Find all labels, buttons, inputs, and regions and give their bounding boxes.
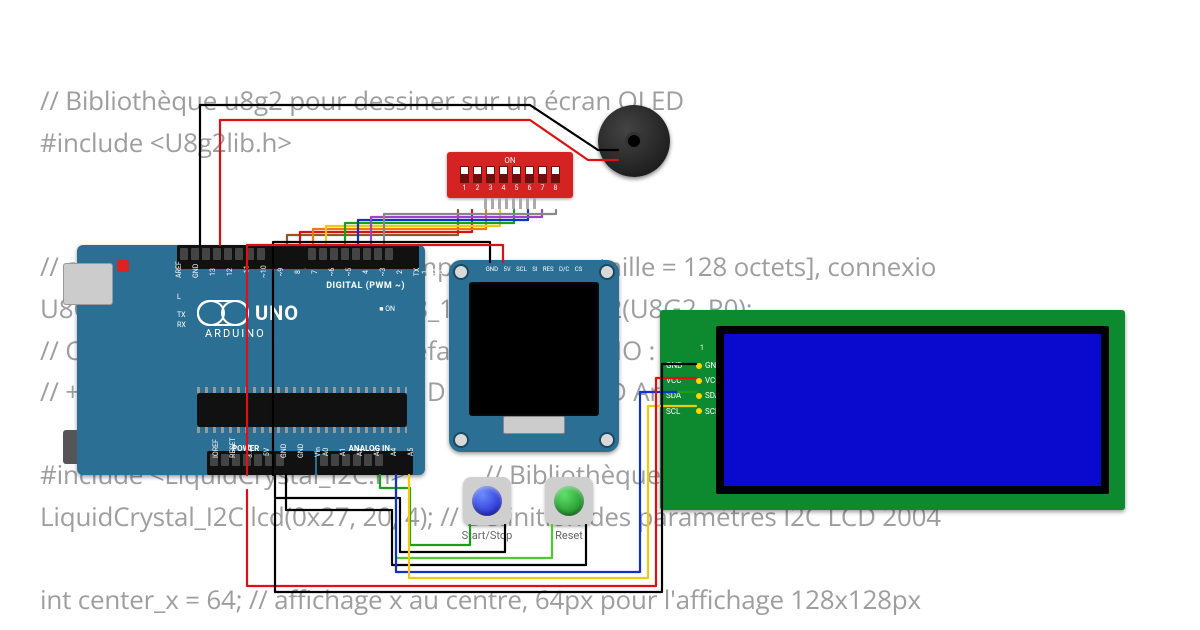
wire-dip-6 (358, 210, 528, 245)
arduino-usb-port (63, 263, 113, 305)
mounting-hole-icon (453, 432, 469, 448)
mounting-hole-icon (599, 264, 615, 280)
arduino-brand-row: UNO (197, 300, 299, 326)
arduino-txrx-labels: TX RX (177, 311, 186, 331)
reset-button[interactable]: Reset (545, 477, 593, 525)
arduino-model-label: UNO (255, 301, 299, 325)
lcd-screen (716, 326, 1109, 494)
arduino-power-led (117, 260, 129, 272)
arduino-on-label: ■ ON (379, 305, 395, 313)
arduino-atmega-chip (197, 393, 407, 427)
wire-dip-2 (300, 210, 472, 245)
dip-legs (455, 198, 565, 209)
oled-pin-labels: GND5VSCLSIRESD/CCS (483, 266, 585, 273)
oled-screen (469, 282, 599, 416)
arduino-logo-icon (197, 300, 249, 326)
wire-dip-4 (326, 210, 500, 245)
wire-dip-3 (313, 210, 486, 245)
dip-switch-8[interactable]: ON 12345678 (447, 152, 573, 198)
wire-btn1-sig (380, 475, 470, 545)
dip-numbers: 12345678 (453, 184, 567, 192)
mounting-hole-icon (453, 264, 469, 280)
piezo-buzzer (598, 105, 670, 177)
mounting-hole-icon (599, 432, 615, 448)
reset-button-label: Reset (555, 529, 583, 542)
dip-slots (453, 166, 567, 183)
arduino-analog-pin-labels: A0A1A2A3A4A5 (320, 448, 417, 456)
arduino-L-label: L (177, 293, 181, 301)
arduino-brand-label: ARDUINO (205, 327, 266, 340)
wire-dip-5 (345, 210, 514, 245)
oled-grove-display: GND5VSCLSIRESD/CCS (449, 260, 619, 452)
wire-dip-1 (287, 210, 458, 245)
arduino-uno-board: AREFGND1312~11~10~987~6~54~32TX 1RX 0 DI… (77, 245, 425, 475)
lcd-i2c-labels-left: GNDVCCSDASCL (666, 358, 682, 419)
arduino-power-pin-labels: IOREFRESET3.3V5VGNDGNDVin (210, 448, 324, 456)
arduino-digital-pin-labels: AREFGND1312~11~10~987~6~54~32TX 1RX 0 (177, 264, 444, 280)
dip-on-label: ON (453, 156, 567, 165)
start-stop-button-label: Start/Stop (462, 529, 513, 542)
circuit-diagram-canvas: AREFGND1312~11~10~987~6~54~32TX 1RX 0 DI… (0, 0, 1200, 630)
arduino-digital-section-label: DIGITAL (PWM ~) (326, 281, 405, 291)
button-cap-icon (554, 486, 584, 516)
wire-btn2-gnd (286, 475, 586, 565)
button-cap-icon (472, 486, 502, 516)
wire-dip-7 (371, 210, 542, 245)
oled-grove-connector (503, 416, 565, 434)
start-stop-button[interactable]: Start/Stop (463, 477, 511, 525)
lcd-2004-display: 1 GNDVCCSDASCL GNDVCCSDASCL (660, 310, 1125, 510)
wire-dip-8 (384, 210, 556, 245)
lcd-pin1-marker: 1 (700, 344, 704, 352)
